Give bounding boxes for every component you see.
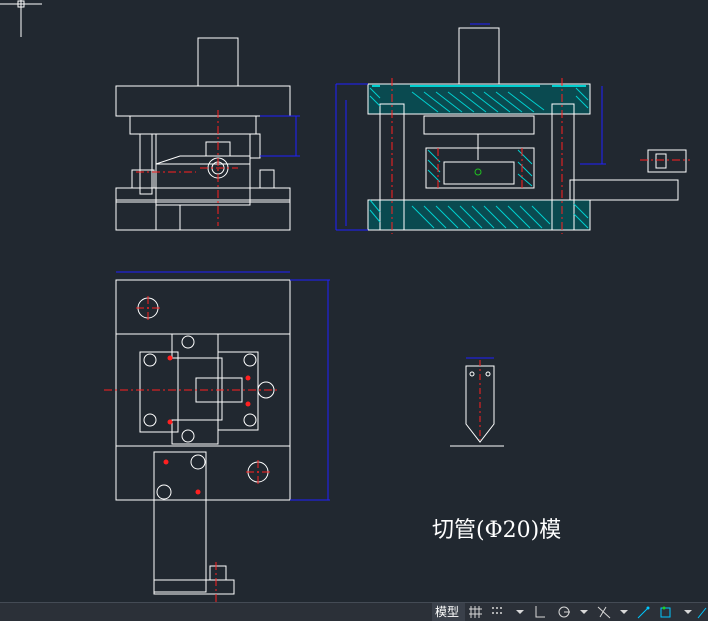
top-view xyxy=(115,279,291,595)
front-view-centerlines xyxy=(136,110,238,226)
top-view-centerlines xyxy=(104,296,280,602)
chevron-down-icon[interactable] xyxy=(680,604,696,620)
drawing-title: 切管(Φ20)模 xyxy=(432,518,562,543)
status-bar: 模型 xyxy=(0,602,708,621)
ortho-icon[interactable] xyxy=(532,604,548,620)
grid-icon[interactable] xyxy=(468,604,484,620)
top-view-dims xyxy=(116,271,330,501)
front-view xyxy=(115,37,291,231)
polar-icon[interactable] xyxy=(556,604,572,620)
chevron-down-icon[interactable] xyxy=(512,604,528,620)
workspace-icon[interactable] xyxy=(658,604,674,620)
blade-detail xyxy=(450,365,504,447)
chevron-down-icon[interactable] xyxy=(616,604,632,620)
front-view-dims xyxy=(260,115,300,157)
chevron-down-icon[interactable] xyxy=(576,604,592,620)
top-view-holes xyxy=(163,355,251,495)
drawing-canvas[interactable] xyxy=(0,0,708,602)
snap-icon[interactable] xyxy=(490,604,506,620)
section-view xyxy=(367,23,687,231)
osnap-icon[interactable] xyxy=(596,604,612,620)
tab-model[interactable]: 模型 xyxy=(432,603,465,621)
scale-icon[interactable] xyxy=(696,604,708,620)
dynamic-input-icon[interactable] xyxy=(636,604,652,620)
crosshair-cursor xyxy=(0,0,42,37)
